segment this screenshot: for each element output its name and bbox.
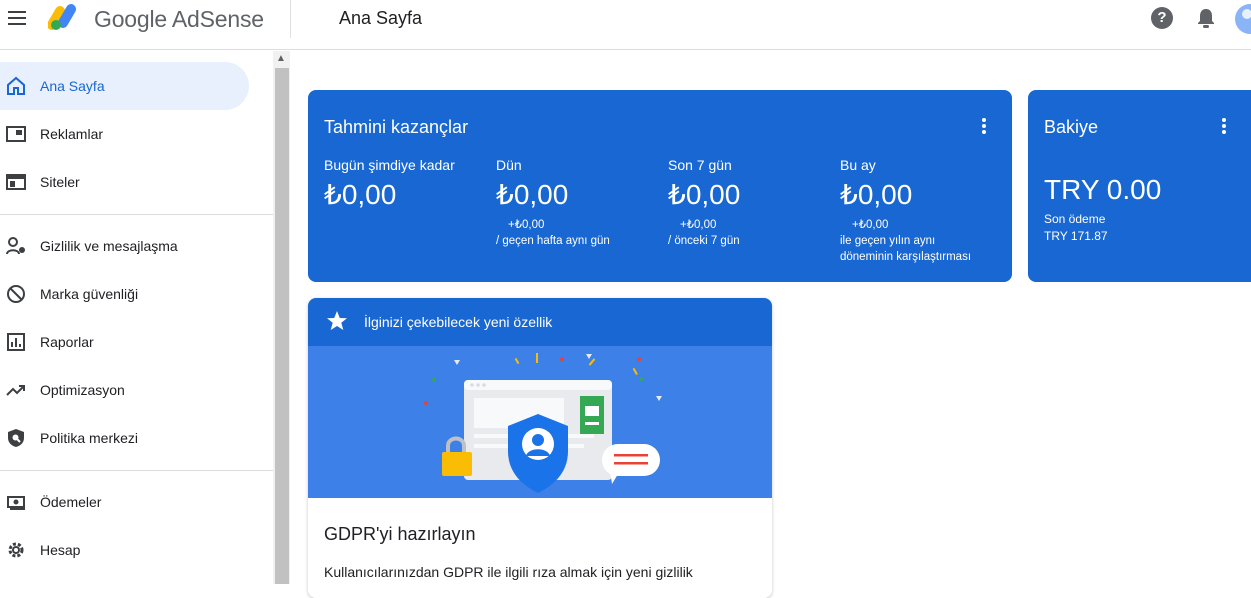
more-vert-icon[interactable] (981, 116, 987, 136)
top-app-bar: Google AdSense Ana Sayfa ? (0, 0, 1251, 50)
sidebar-item-label: Siteler (40, 174, 80, 190)
metric-change-yesterday: +₺0,00 (508, 219, 545, 231)
feature-header-label: İlginizi çekebilecek yeni özellik (364, 314, 553, 330)
payments-icon (7, 496, 25, 510)
sidebar-item-payments[interactable]: Ödemeler (0, 478, 249, 526)
account-avatar[interactable] (1235, 4, 1251, 34)
help-icon[interactable]: ? (1151, 7, 1173, 29)
earnings-title: Tahmini kazançlar (324, 117, 469, 137)
policy-icon (8, 429, 24, 447)
feature-title: GDPR'yi hazırlayın (324, 524, 476, 544)
metric-label-today: Bugün şimdiye kadar (324, 157, 455, 173)
sidebar-item-label: Ana Sayfa (40, 78, 105, 94)
metric-label-month: Bu ay (840, 157, 876, 173)
more-vert-icon[interactable] (1221, 116, 1227, 136)
block-icon (7, 285, 25, 303)
sidebar-item-ads[interactable]: Reklamlar (0, 110, 249, 158)
sidebar-divider (0, 214, 273, 215)
star-icon (327, 311, 347, 330)
sidebar-item-label: Hesap (40, 542, 81, 558)
menu-icon[interactable] (6, 8, 28, 30)
sidebar-item-brand-safety[interactable]: Marka güvenliği (0, 270, 249, 318)
metric-note-month: ile geçen yılın aynı (840, 235, 936, 247)
sidebar-item-account[interactable]: Hesap (0, 526, 249, 574)
metric-value-7days: ₺0,00 (668, 179, 741, 210)
gear-icon (8, 542, 24, 558)
brand-name: Google AdSense (94, 6, 264, 32)
page-title: Ana Sayfa (339, 8, 423, 28)
metric-value-yesterday: ₺0,00 (496, 179, 569, 210)
metric-change-7days: +₺0,00 (680, 219, 717, 231)
metric-note-7days: / önceki 7 gün (668, 235, 740, 247)
metric-label-7days: Son 7 gün (668, 157, 732, 173)
reports-icon (7, 333, 25, 351)
sidebar-item-label: Politika merkezi (40, 430, 139, 446)
sites-icon (6, 174, 26, 190)
metric-value-today: ₺0,00 (324, 179, 397, 210)
sidebar-item-label: Raporlar (40, 334, 94, 350)
feature-body: Kullanıcılarınızdan GDPR ile ilgili rıza… (324, 564, 693, 580)
bell-icon[interactable] (1196, 7, 1216, 29)
sidebar: Ana Sayfa Reklamlar Siteler Gizlilik ve … (0, 51, 273, 584)
sidebar-item-reports[interactable]: Raporlar (0, 318, 249, 366)
header-divider (290, 0, 291, 38)
metric-value-month: ₺0,00 (840, 179, 913, 210)
metric-change-month: +₺0,00 (852, 219, 889, 231)
trending-icon (6, 385, 25, 396)
sidebar-item-policy[interactable]: Politika merkezi (0, 414, 249, 462)
balance-title: Bakiye (1044, 117, 1099, 137)
feature-card: İlginizi çekebilecek yeni özellik GDPR'y… (308, 298, 772, 598)
gdpr-illustration (308, 346, 772, 498)
sidebar-item-label: Gizlilik ve mesajlaşma (40, 238, 178, 254)
ads-icon (6, 126, 26, 142)
sidebar-item-optimization[interactable]: Optimizasyon (0, 366, 249, 414)
sidebar-item-privacy[interactable]: Gizlilik ve mesajlaşma (0, 222, 249, 270)
adsense-logo (48, 4, 76, 30)
scroll-up-icon[interactable]: ▲ (276, 53, 286, 64)
sidebar-item-label: Optimizasyon (40, 382, 125, 398)
sidebar-item-label: Reklamlar (40, 126, 104, 142)
balance-value: TRY 0.00 (1044, 174, 1162, 205)
scrollbar-thumb[interactable] (275, 68, 289, 584)
home-icon (7, 76, 25, 95)
last-payment-value: TRY 171.87 (1044, 229, 1108, 243)
metric-label-yesterday: Dün (496, 157, 522, 173)
sidebar-item-home[interactable]: Ana Sayfa (0, 62, 249, 110)
balance-card: Bakiye TRY 0.00 Son ödeme TRY 171.87 (1028, 90, 1251, 282)
last-payment-label: Son ödeme (1044, 212, 1106, 226)
metric-note-yesterday: / geçen hafta aynı gün (496, 235, 610, 247)
earnings-card: Tahmini kazançlar Bugün şimdiye kadar ₺0… (308, 90, 1012, 282)
sidebar-divider (0, 470, 273, 471)
metric-note2-month: döneminin karşılaştırması (840, 251, 972, 263)
sidebar-item-sites[interactable]: Siteler (0, 158, 249, 206)
sidebar-item-label: Marka güvenliği (40, 286, 139, 302)
privacy-icon (6, 237, 25, 255)
feature-card-header: İlginizi çekebilecek yeni özellik (308, 298, 772, 346)
sidebar-item-label: Ödemeler (40, 494, 102, 510)
